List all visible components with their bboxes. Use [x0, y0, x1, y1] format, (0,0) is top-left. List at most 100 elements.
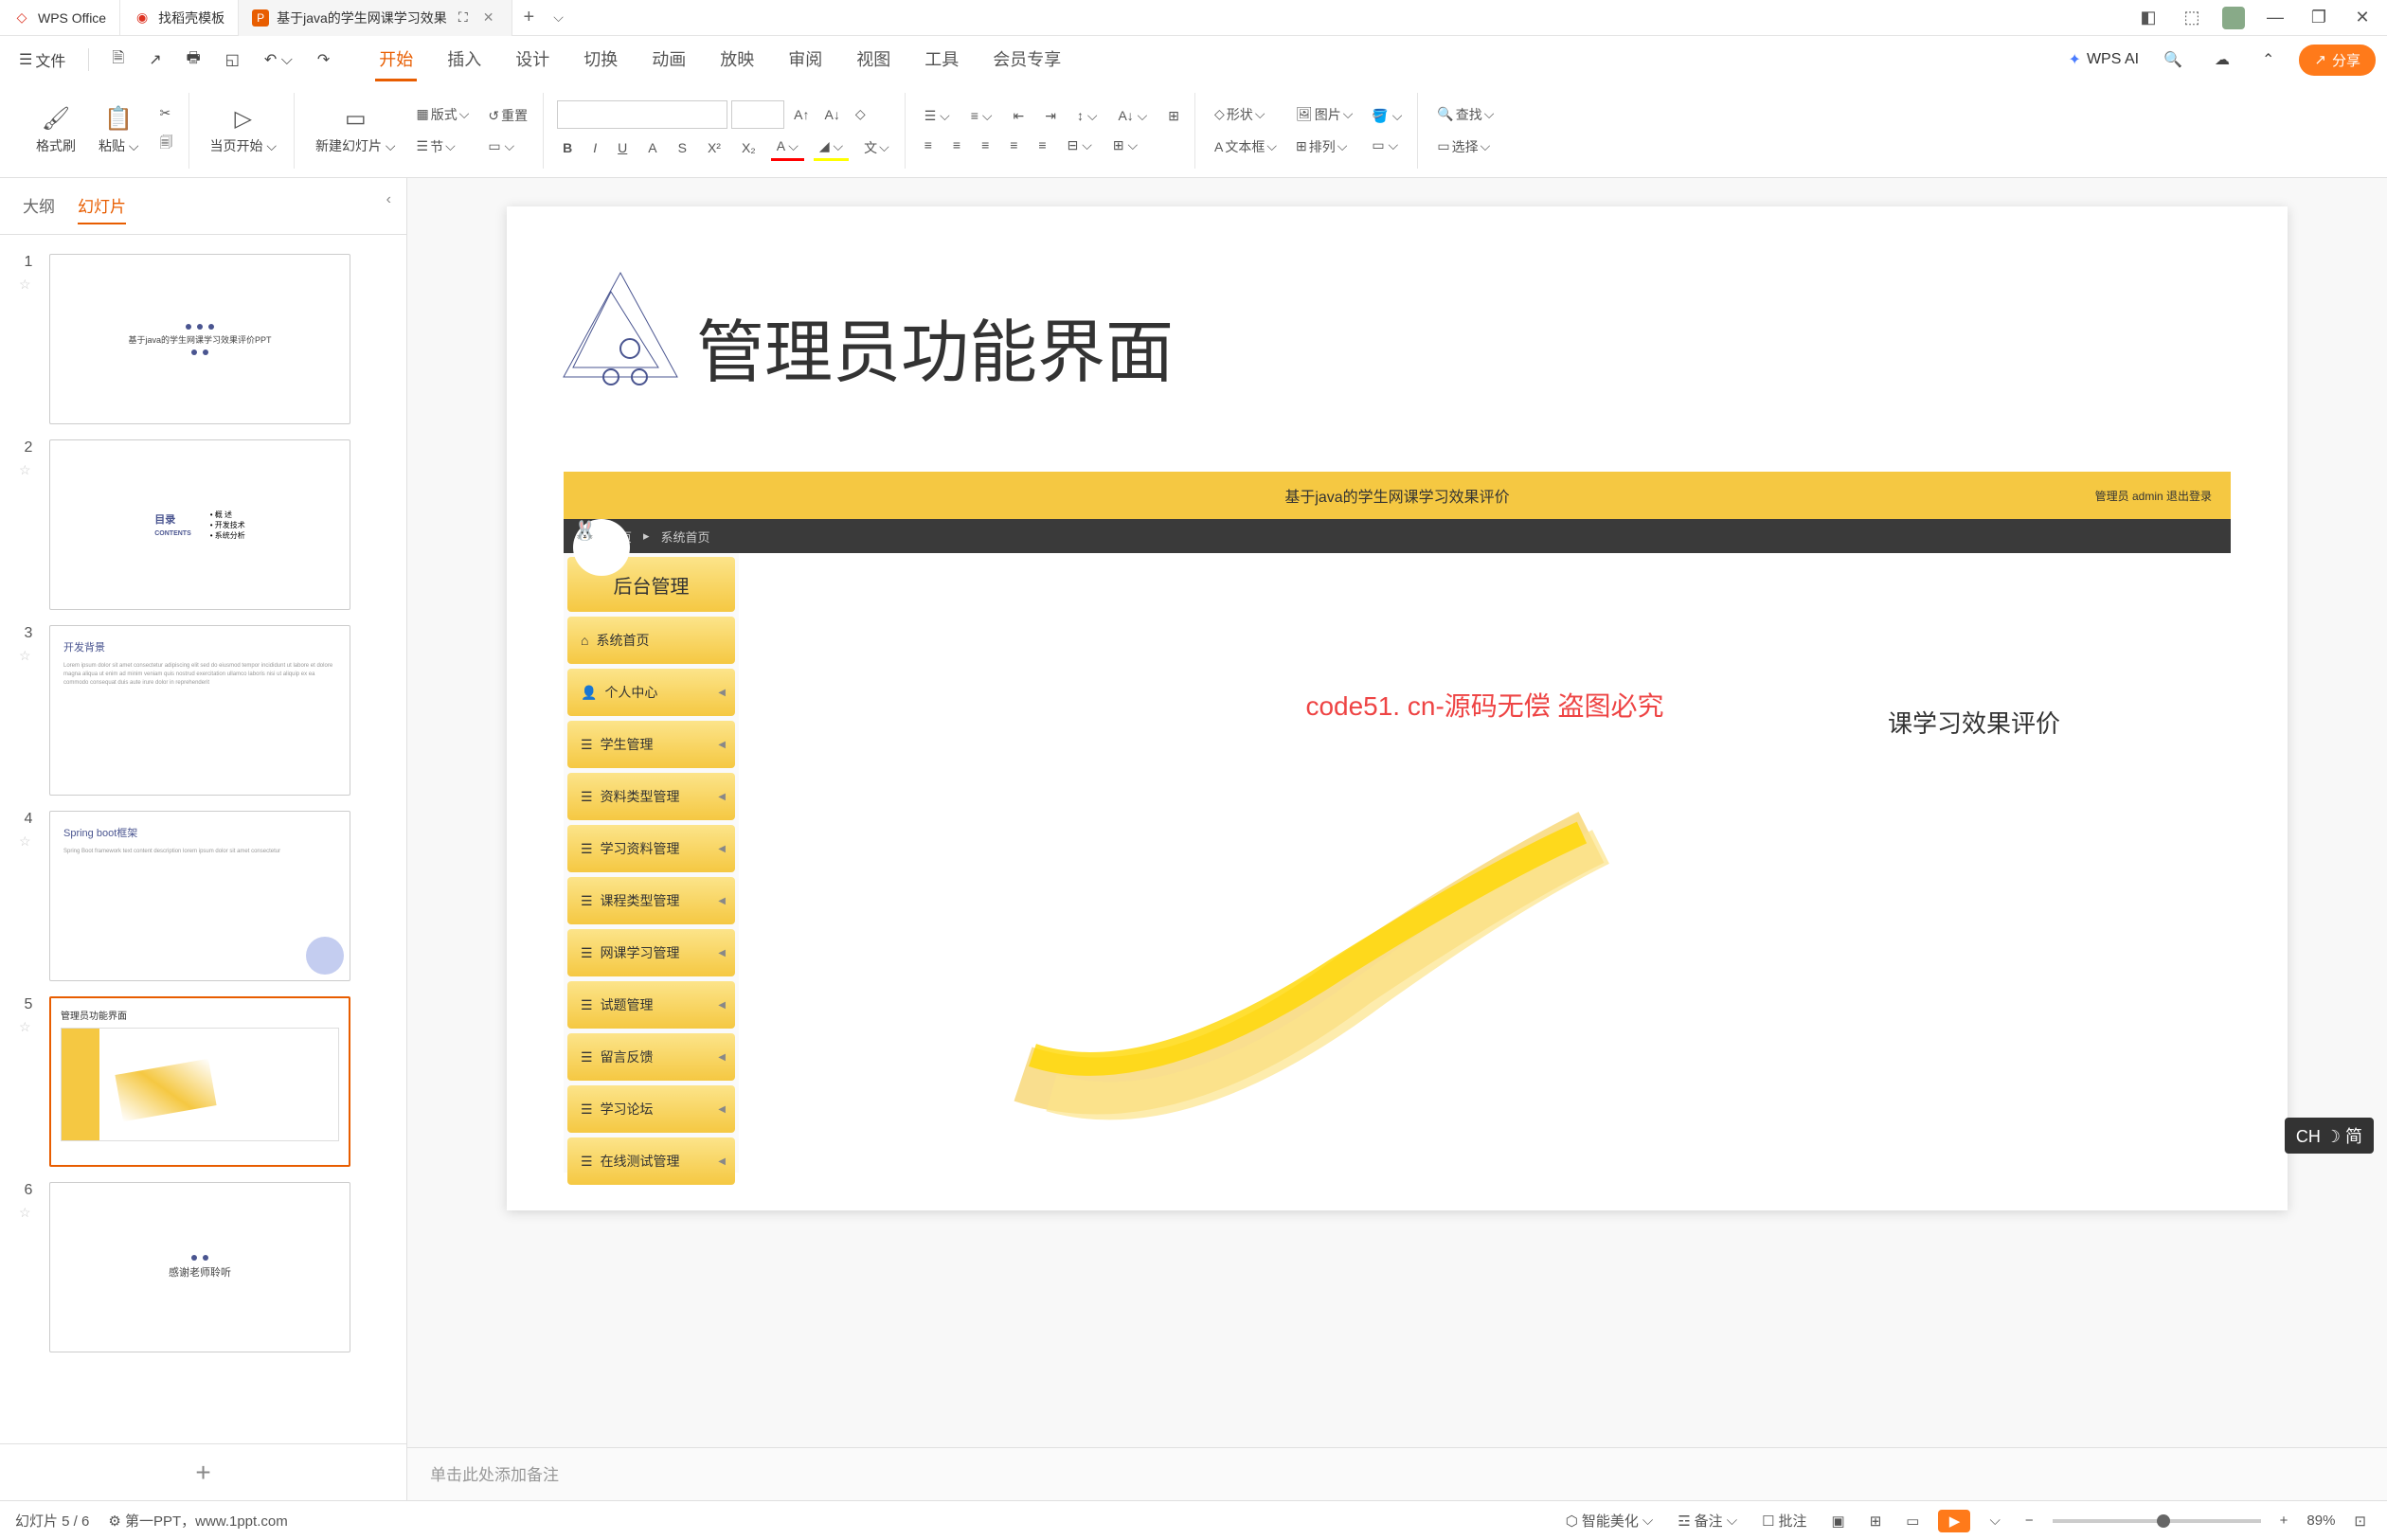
embedded-screenshot[interactable]: 基于java的学生网课学习效果评价 管理员 admin 退出登录 系统首页 ▸ …: [564, 472, 2231, 1173]
ribbon-tab-review[interactable]: 审阅: [784, 39, 826, 81]
star-icon[interactable]: ☆: [19, 277, 38, 293]
ribbon-tab-slideshow[interactable]: 放映: [716, 39, 758, 81]
textbox-button[interactable]: A 文本框 ⌵: [1209, 134, 1283, 160]
ribbon-tab-view[interactable]: 视图: [852, 39, 894, 81]
columns-button[interactable]: ⊞: [1162, 104, 1185, 128]
clear-format[interactable]: ◇: [850, 100, 871, 129]
qat-print[interactable]: 🖶: [179, 44, 208, 77]
zoom-in[interactable]: +: [2274, 1511, 2294, 1531]
qat-save[interactable]: 🗎: [104, 44, 132, 77]
ribbon-tab-animation[interactable]: 动画: [648, 39, 690, 81]
panel-tab-slides[interactable]: 幻灯片: [78, 188, 126, 224]
shape-button[interactable]: ◇ 形状 ⌵: [1209, 101, 1283, 128]
qat-export[interactable]: ↗: [141, 46, 169, 73]
zoom-out[interactable]: −: [2019, 1511, 2039, 1531]
slides-list[interactable]: 1☆ 基于java的学生网课学习效果评价PPT 2☆ 目录CONTENTS• 概…: [0, 235, 406, 1443]
ribbon-tab-transition[interactable]: 切换: [580, 39, 621, 81]
view-sorter[interactable]: ⊞: [1864, 1511, 1888, 1531]
star-icon[interactable]: ☆: [19, 833, 38, 850]
star-icon[interactable]: ☆: [19, 648, 38, 664]
slide-thumb-5[interactable]: 5☆ 管理员功能界面: [0, 989, 406, 1174]
align-center[interactable]: ≡: [947, 134, 966, 157]
vertical-align[interactable]: ⊟ ⌵: [1062, 134, 1098, 157]
fill-button[interactable]: 🪣 ⌵: [1366, 104, 1408, 128]
char-button[interactable]: 文 ⌵: [858, 134, 895, 161]
align-distribute[interactable]: ≡: [1032, 134, 1051, 157]
find-button[interactable]: 🔍 查找 ⌵: [1431, 101, 1499, 128]
notes-toggle[interactable]: ☲ 备注 ⌵: [1672, 1509, 1743, 1532]
slide-props-button[interactable]: ▭ ⌵: [482, 134, 533, 158]
add-slide-button[interactable]: +: [0, 1443, 406, 1500]
smart-art[interactable]: ⊞ ⌵: [1107, 134, 1143, 157]
font-size-select[interactable]: [731, 100, 784, 129]
slide-thumb-6[interactable]: 6☆ 感谢老师聆听: [0, 1174, 406, 1360]
star-icon[interactable]: ☆: [19, 1205, 38, 1221]
font-name-select[interactable]: [557, 100, 727, 129]
wps-ai-button[interactable]: ✦ WPS AI: [2069, 50, 2140, 69]
restore-button[interactable]: ❐: [2306, 5, 2332, 31]
superscript-button[interactable]: X²: [702, 134, 727, 161]
format-painter-button[interactable]: 🖌格式刷: [28, 101, 83, 159]
add-tab-button[interactable]: +: [512, 7, 547, 28]
share-button[interactable]: ↗ 分享: [2299, 45, 2376, 76]
tab-template[interactable]: ◉ 找稻壳模板: [120, 0, 239, 36]
ribbon-tab-tools[interactable]: 工具: [921, 39, 962, 81]
slide-thumb-1[interactable]: 1☆ 基于java的学生网课学习效果评价PPT: [0, 246, 406, 432]
slide-thumb-3[interactable]: 3☆ 开发背景Lorem ipsum dolor sit amet consec…: [0, 618, 406, 803]
increase-font[interactable]: A↑: [788, 100, 815, 129]
align-justify[interactable]: ≡: [1004, 134, 1023, 157]
indent-right[interactable]: ⇥: [1039, 104, 1062, 128]
view-reading[interactable]: ▭: [1900, 1511, 1925, 1531]
slide-thumb-2[interactable]: 2☆ 目录CONTENTS• 概 述• 开发技术• 系统分析: [0, 432, 406, 618]
bold-button[interactable]: B: [557, 134, 578, 161]
indent-left[interactable]: ⇤: [1007, 104, 1030, 128]
slide-thumb-4[interactable]: 4☆ Spring boot框架Spring Boot framework te…: [0, 803, 406, 989]
tab-current-file[interactable]: P 基于java的学生网课学习效果 ⛶ ✕: [239, 0, 512, 36]
present-icon[interactable]: ⛶: [455, 9, 472, 27]
slide-title[interactable]: 管理员功能界面: [696, 296, 1174, 396]
search-button[interactable]: 🔍: [2156, 46, 2190, 73]
cut-button[interactable]: ✂: [154, 101, 179, 125]
strike2-button[interactable]: S: [673, 134, 692, 161]
highlight-color[interactable]: ◢ ⌵: [814, 134, 849, 161]
cloud-button[interactable]: ☁: [2207, 46, 2237, 73]
picture-button[interactable]: 🖼 图片 ⌵: [1290, 101, 1358, 128]
ribbon-tab-design[interactable]: 设计: [512, 39, 553, 81]
zoom-percent[interactable]: 89%: [2306, 1513, 2335, 1529]
align-left[interactable]: ≡: [919, 134, 938, 157]
file-menu[interactable]: ☰ 文件: [11, 45, 73, 75]
layout-button[interactable]: ▦ 版式 ⌵: [411, 101, 476, 128]
slide-canvas[interactable]: 管理员功能界面 基于java的学生网课学习效果评价 管理员 admin 退出登录…: [507, 206, 2288, 1210]
star-icon[interactable]: ☆: [19, 1019, 38, 1035]
font-color[interactable]: A ⌵: [771, 134, 804, 161]
ribbon-tab-insert[interactable]: 插入: [443, 39, 485, 81]
close-button[interactable]: ✕: [2349, 5, 2376, 31]
decrease-font[interactable]: A↓: [818, 100, 845, 129]
slideshow-button[interactable]: ▶: [1938, 1510, 1970, 1532]
bullets-button[interactable]: ☰ ⌵: [919, 104, 956, 128]
reset-button[interactable]: ↺ 重置: [482, 102, 533, 129]
italic-button[interactable]: I: [587, 134, 602, 161]
app-tab[interactable]: ◇ WPS Office: [0, 0, 120, 36]
zoom-slider[interactable]: [2053, 1519, 2261, 1523]
arrange-button[interactable]: ⊞ 排列 ⌵: [1290, 134, 1358, 160]
new-slide-button[interactable]: ▭新建幻灯片 ⌵: [308, 101, 404, 159]
tab-more-button[interactable]: ⌵: [546, 9, 571, 26]
from-current-button[interactable]: ▷当页开始 ⌵: [203, 101, 285, 159]
underline-button[interactable]: U: [612, 134, 633, 161]
qat-redo[interactable]: ↷: [310, 46, 337, 73]
numbering-button[interactable]: ≡ ⌵: [965, 104, 998, 128]
star-icon[interactable]: ☆: [19, 462, 38, 478]
minimize-button[interactable]: —: [2262, 5, 2288, 31]
section-button[interactable]: ☰ 节 ⌵: [411, 134, 476, 160]
comments-toggle[interactable]: ☐ 批注: [1756, 1509, 1812, 1532]
paste-button[interactable]: 📋粘贴 ⌵: [91, 101, 147, 159]
panel-collapse-button[interactable]: ‹: [386, 191, 391, 208]
canvas-scroll[interactable]: 管理员功能界面 基于java的学生网课学习效果评价 管理员 admin 退出登录…: [407, 178, 2387, 1447]
fit-button[interactable]: ⊡: [2348, 1511, 2372, 1531]
close-tab-icon[interactable]: ✕: [479, 9, 498, 26]
notes-bar[interactable]: 单击此处添加备注: [407, 1447, 2387, 1500]
align-right[interactable]: ≡: [976, 134, 995, 157]
ime-badge[interactable]: CH ☽ 简: [2285, 1118, 2374, 1154]
qat-preview[interactable]: ◱: [218, 46, 247, 73]
